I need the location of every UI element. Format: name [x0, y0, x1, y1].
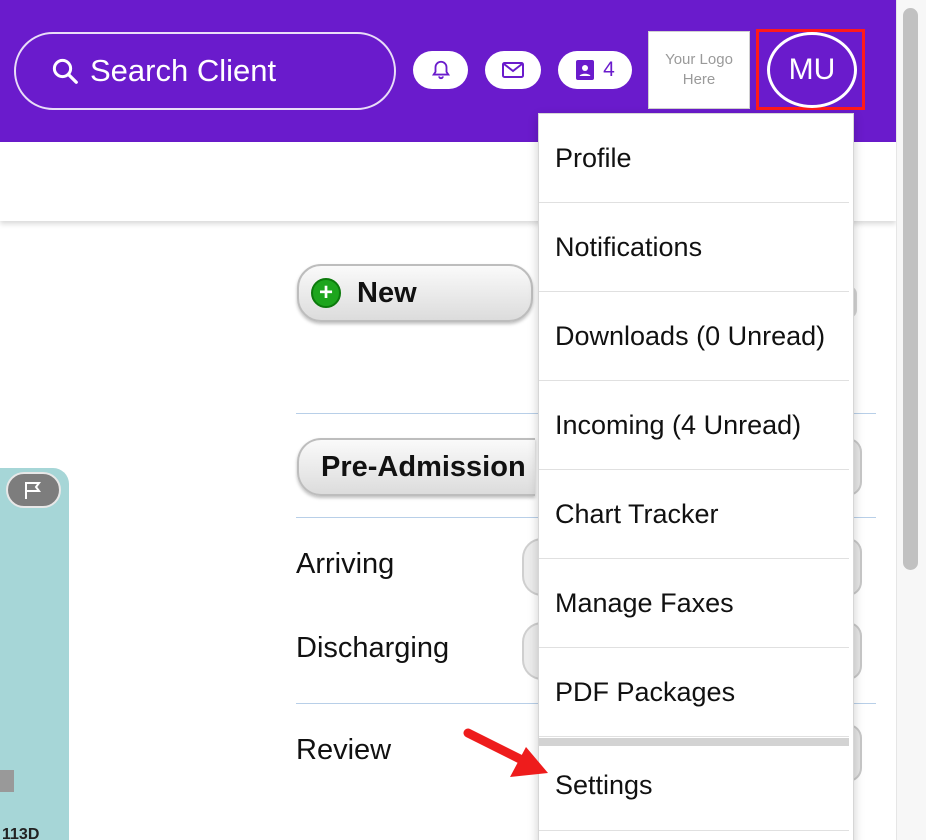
card-number: 113D: [2, 826, 40, 840]
review-label: Review: [296, 734, 392, 766]
menu-item-downloads[interactable]: Downloads (0 Unread): [539, 292, 849, 381]
logo-text-line1: Your Logo: [665, 51, 733, 68]
arriving-label: Arriving: [296, 548, 395, 580]
incoming-count: 4: [603, 58, 615, 81]
search-icon: [52, 58, 78, 84]
logo-placeholder: Your Logo Here: [648, 31, 750, 109]
incoming-button[interactable]: 4: [558, 51, 632, 89]
menu-item-profile[interactable]: Profile: [539, 114, 849, 203]
mail-icon: [502, 62, 524, 78]
contact-card-icon: [576, 60, 595, 80]
pre-admission-label: Pre-Admission: [321, 450, 526, 483]
menu-item-settings[interactable]: Settings: [539, 740, 849, 831]
flag-icon: [24, 482, 41, 499]
menu-item-pdf-packages[interactable]: PDF Packages: [539, 648, 849, 737]
discharging-label: Discharging: [296, 632, 450, 664]
menu-item-notifications[interactable]: Notifications: [539, 203, 849, 292]
search-client-label: Search Client: [90, 53, 277, 88]
search-client-button[interactable]: Search Client: [14, 32, 396, 110]
plus-icon: +: [311, 278, 341, 308]
new-button-label: New: [357, 276, 417, 309]
flag-button[interactable]: [6, 472, 61, 508]
menu-item-incoming[interactable]: Incoming (4 Unread): [539, 381, 849, 470]
user-dropdown-menu: Profile Notifications Downloads (0 Unrea…: [538, 113, 854, 840]
pre-admission-button[interactable]: Pre-Admission: [297, 438, 535, 496]
new-button[interactable]: + New: [297, 264, 533, 322]
menu-item-chart-tracker[interactable]: Chart Tracker: [539, 470, 849, 559]
document-icon: [0, 770, 14, 792]
notifications-button[interactable]: [413, 51, 468, 89]
pointer-arrow-icon: [463, 728, 548, 777]
scrollbar-thumb[interactable]: [903, 8, 918, 570]
bell-icon: [431, 60, 450, 80]
logo-text-line2: Here: [682, 71, 716, 88]
messages-button[interactable]: [485, 51, 541, 89]
menu-item-manage-faxes[interactable]: Manage Faxes: [539, 559, 849, 648]
user-avatar-button[interactable]: MU: [767, 32, 857, 108]
